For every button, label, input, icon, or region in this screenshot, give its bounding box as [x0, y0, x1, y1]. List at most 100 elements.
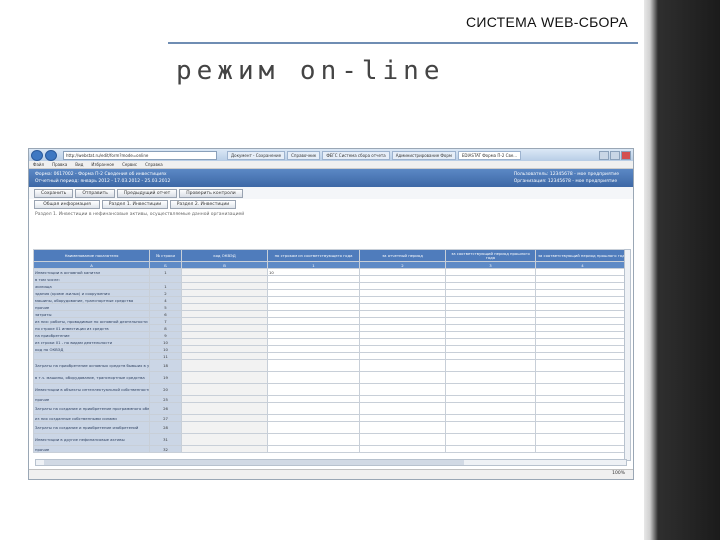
okved-cell[interactable] [181, 338, 268, 346]
value-cell[interactable] [535, 433, 630, 446]
browser-tab[interactable]: Справочник [287, 150, 321, 160]
value-cell[interactable] [535, 402, 630, 415]
value-cell[interactable] [535, 303, 630, 311]
value-cell[interactable] [359, 303, 446, 311]
value-cell[interactable] [267, 310, 360, 318]
value-cell[interactable] [267, 352, 360, 360]
value-cell[interactable] [359, 383, 446, 396]
value-cell[interactable] [445, 296, 536, 304]
okved-cell[interactable] [181, 331, 268, 339]
value-cell[interactable] [267, 445, 360, 453]
value-cell[interactable] [359, 402, 446, 415]
value-cell[interactable] [535, 345, 630, 353]
value-cell[interactable] [445, 421, 536, 434]
value-cell[interactable] [535, 371, 630, 384]
value-cell[interactable] [445, 338, 536, 346]
value-cell[interactable] [267, 275, 360, 283]
value-cell[interactable] [267, 359, 360, 372]
value-cell[interactable] [535, 289, 630, 297]
okved-cell[interactable] [181, 345, 268, 353]
value-cell[interactable] [535, 414, 630, 422]
okved-cell[interactable] [181, 433, 268, 446]
okved-cell[interactable] [181, 296, 268, 304]
okved-cell[interactable] [181, 445, 268, 453]
zoom-level[interactable]: 100% [612, 471, 625, 476]
value-cell[interactable] [359, 268, 446, 276]
value-cell[interactable] [359, 324, 446, 332]
close-icon[interactable] [621, 150, 631, 160]
value-cell[interactable] [445, 359, 536, 372]
okved-cell[interactable] [181, 414, 268, 422]
value-cell[interactable] [445, 445, 536, 453]
value-cell[interactable] [535, 275, 630, 283]
value-cell[interactable] [445, 324, 536, 332]
okved-cell[interactable] [181, 275, 268, 283]
value-cell[interactable] [267, 421, 360, 434]
value-cell[interactable] [267, 383, 360, 396]
okved-cell[interactable] [181, 402, 268, 415]
value-cell[interactable] [267, 414, 360, 422]
tab-general-info[interactable]: Общая информация [34, 200, 100, 209]
value-cell[interactable] [535, 338, 630, 346]
value-cell[interactable] [445, 331, 536, 339]
okved-cell[interactable] [181, 317, 268, 325]
value-cell[interactable] [445, 352, 536, 360]
value-cell[interactable] [535, 331, 630, 339]
value-cell[interactable] [267, 317, 360, 325]
forward-icon[interactable] [45, 149, 57, 161]
okved-cell[interactable] [181, 421, 268, 434]
value-cell[interactable] [359, 310, 446, 318]
save-button[interactable]: Сохранить [34, 188, 74, 198]
okved-cell[interactable] [181, 324, 268, 332]
value-cell[interactable] [359, 433, 446, 446]
value-cell[interactable] [535, 352, 630, 360]
value-cell[interactable] [445, 383, 536, 396]
value-cell[interactable] [359, 445, 446, 453]
okved-cell[interactable] [181, 303, 268, 311]
tab-section-2[interactable]: Раздел 2. Инвестиции [170, 200, 236, 209]
value-cell[interactable] [445, 371, 536, 384]
value-cell[interactable] [445, 414, 536, 422]
maximize-icon[interactable] [610, 150, 620, 160]
value-cell[interactable] [359, 371, 446, 384]
value-cell[interactable] [445, 282, 536, 290]
value-cell[interactable] [535, 317, 630, 325]
tab-section-1[interactable]: Раздел 1. Инвестиции [102, 200, 168, 209]
send-button[interactable]: Отправить [75, 188, 115, 198]
address-bar[interactable]: http://webstat.ru/edit/form?mode=online [63, 150, 217, 160]
value-cell[interactable] [535, 310, 630, 318]
value-cell[interactable] [267, 338, 360, 346]
okved-cell[interactable] [181, 395, 268, 403]
browser-tab-active[interactable]: EDIASTAT Форма П-2 Све... [457, 150, 522, 160]
value-cell[interactable] [445, 310, 536, 318]
value-cell[interactable] [445, 317, 536, 325]
okved-cell[interactable] [181, 282, 268, 290]
value-cell[interactable] [535, 421, 630, 434]
okved-cell[interactable] [181, 268, 268, 276]
value-cell[interactable] [267, 433, 360, 446]
back-icon[interactable] [31, 149, 43, 161]
menu-item[interactable]: Файл [33, 162, 44, 167]
value-cell[interactable] [359, 289, 446, 297]
previous-report-button[interactable]: Предыдущий отчет [116, 188, 178, 198]
value-cell[interactable] [359, 282, 446, 290]
value-cell[interactable] [359, 275, 446, 283]
value-cell[interactable] [445, 395, 536, 403]
value-cell[interactable] [445, 268, 536, 276]
okved-cell[interactable] [181, 383, 268, 396]
value-cell[interactable] [445, 433, 536, 446]
menu-item[interactable]: Сервис [122, 162, 137, 167]
okved-cell[interactable] [181, 289, 268, 297]
value-cell[interactable] [359, 359, 446, 372]
value-cell[interactable] [267, 402, 360, 415]
value-cell[interactable] [359, 414, 446, 422]
value-cell[interactable] [267, 303, 360, 311]
value-cell[interactable] [445, 345, 536, 353]
value-cell[interactable] [267, 395, 360, 403]
value-cell[interactable] [535, 296, 630, 304]
value-cell[interactable] [359, 338, 446, 346]
value-cell[interactable] [359, 317, 446, 325]
okved-cell[interactable] [181, 310, 268, 318]
value-cell[interactable] [535, 268, 630, 276]
menu-item[interactable]: Справка [145, 162, 163, 167]
